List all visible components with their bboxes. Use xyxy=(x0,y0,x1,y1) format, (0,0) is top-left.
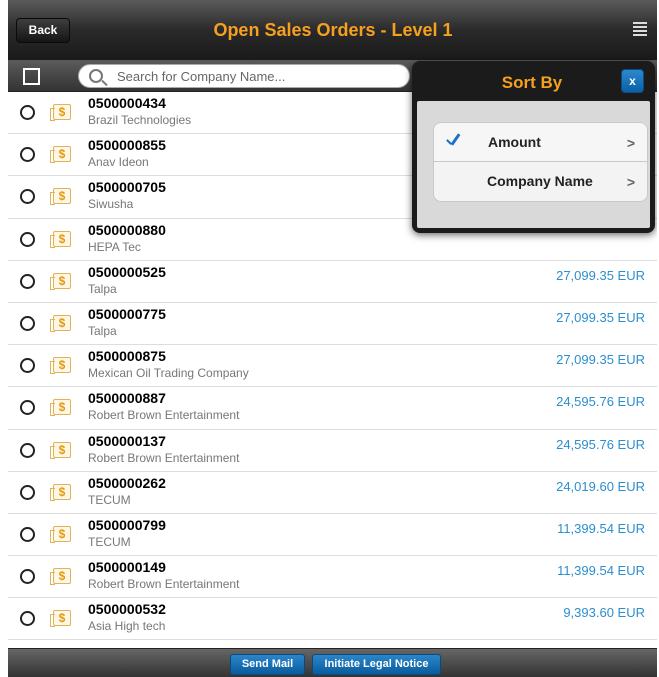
company-name: Mexican Oil Trading Company xyxy=(88,366,249,381)
sort-option-amount[interactable]: Amount > xyxy=(433,122,648,162)
order-amount: 9,393.60 EUR xyxy=(563,605,645,621)
row-radio-button[interactable] xyxy=(20,611,35,627)
invoice-dollar-icon: $ xyxy=(50,188,71,206)
order-amount: 24,595.76 EUR xyxy=(556,394,645,410)
order-number: 0500000705 xyxy=(88,179,166,196)
order-amount: 11,399.54 EUR xyxy=(557,563,645,579)
row-radio-button[interactable] xyxy=(20,400,35,416)
invoice-dollar-icon: $ xyxy=(50,104,71,121)
back-button[interactable]: Back xyxy=(16,18,70,43)
list-icon-line xyxy=(633,30,647,32)
row-radio-button[interactable] xyxy=(20,105,35,120)
order-number: 0500000799 xyxy=(88,516,166,533)
invoice-dollar-icon: $ xyxy=(50,525,71,543)
order-row[interactable]: $0500000875 Mexican Oil Trading Company 27… xyxy=(8,345,657,388)
order-row[interactable]: $0500000887 Robert Brown Entertainment 24,… xyxy=(8,387,657,430)
initiate-legal-notice-button[interactable]: Initiate Legal Notice xyxy=(312,654,441,675)
list-icon[interactable] xyxy=(633,22,647,38)
invoice-dollar-icon: $ xyxy=(50,146,71,164)
order-number: 0500000262 xyxy=(88,474,166,491)
order-number: 0500000532 xyxy=(88,601,166,618)
row-radio-button[interactable] xyxy=(20,569,35,585)
company-name: Brazil Technologies xyxy=(88,113,192,127)
order-amount: 24,595.76 EUR xyxy=(556,436,645,452)
order-number: 0500000137 xyxy=(88,432,166,449)
invoice-dollar-icon: $ xyxy=(50,441,71,459)
search-input[interactable] xyxy=(117,67,397,85)
row-radio-button[interactable] xyxy=(20,273,35,289)
row-radio-button[interactable] xyxy=(20,484,35,500)
invoice-dollar-icon: $ xyxy=(50,568,71,586)
company-name: Anav Ideon xyxy=(88,155,149,170)
order-row[interactable]: $0500000149 Robert Brown Entertainment 11,… xyxy=(8,556,657,599)
company-name: Siwusha xyxy=(88,197,134,212)
company-name: TECUM xyxy=(88,534,131,549)
chevron-right-icon: > xyxy=(626,135,635,151)
order-row[interactable]: $0500000775 Talpa 27,099.35 EUR xyxy=(8,302,657,346)
footer-toolbar: Send Mail Initiate Legal Notice xyxy=(8,648,657,677)
sort-option-label: Amount xyxy=(488,134,541,150)
order-row[interactable]: $0500000532 Asia High tech 9,393.60 EUR xyxy=(8,598,657,641)
row-radio-button[interactable] xyxy=(20,231,35,247)
order-number: 0500000775 xyxy=(88,305,166,322)
invoice-dollar-icon: $ xyxy=(50,483,71,501)
order-row[interactable]: $0500000137 Robert Brown Entertainment 24,… xyxy=(8,429,657,472)
company-name: TECUM xyxy=(88,492,131,507)
order-number: 0500000434 xyxy=(88,95,166,111)
send-mail-button[interactable]: Send Mail xyxy=(230,654,305,675)
company-name: Robert Brown Entertainment xyxy=(88,450,240,465)
list-icon-line xyxy=(633,34,647,36)
order-amount: 27,099.35 EUR xyxy=(556,267,645,283)
invoice-dollar-icon: $ xyxy=(50,230,71,248)
company-name: Talpa xyxy=(88,281,117,296)
close-button[interactable]: x xyxy=(621,69,644,93)
order-amount: 11,399.54 EUR xyxy=(557,520,645,536)
order-amount: 27,099.35 EUR xyxy=(556,352,645,368)
row-radio-button[interactable] xyxy=(20,526,35,542)
order-number: 0500000149 xyxy=(88,559,166,576)
row-radio-button[interactable] xyxy=(20,147,35,163)
sort-option-label: Company Name xyxy=(487,173,593,189)
invoice-dollar-icon: $ xyxy=(50,610,71,628)
search-icon xyxy=(89,69,103,83)
chevron-right-icon: > xyxy=(626,174,635,190)
order-number: 0500000887 xyxy=(88,390,166,407)
order-row[interactable]: $0500000799 TECUM 11,399.54 EUR xyxy=(8,513,657,557)
order-number: 0500000525 xyxy=(88,263,166,280)
select-all-checkbox[interactable] xyxy=(23,68,40,85)
sort-option-company-name[interactable]: Company Name > xyxy=(433,162,648,202)
row-radio-button[interactable] xyxy=(20,442,35,458)
popover-title: Sort By xyxy=(501,73,563,92)
row-radio-button[interactable] xyxy=(20,358,35,374)
header-top: Back Open Sales Orders - Level 1 xyxy=(8,0,657,59)
row-radio-button[interactable] xyxy=(20,189,35,205)
invoice-dollar-icon: $ xyxy=(50,357,71,375)
app-frame: Back Open Sales Orders - Level 1 $050000… xyxy=(8,0,657,677)
order-number: 0500000875 xyxy=(88,348,166,365)
row-radio-button[interactable] xyxy=(20,315,35,331)
popover-header: Sort By x xyxy=(412,61,655,101)
company-name: Robert Brown Entertainment xyxy=(88,408,240,423)
invoice-dollar-icon: $ xyxy=(50,272,71,290)
order-number: 0500000880 xyxy=(88,221,166,238)
search-box[interactable] xyxy=(78,64,410,88)
sort-popover: Sort By x Amount > Company Name > xyxy=(412,61,655,233)
company-name: HEPA Tec xyxy=(88,239,141,254)
order-row[interactable]: $0500000262 TECUM 24,019.60 EUR xyxy=(8,471,657,514)
company-name: Talpa xyxy=(88,323,117,338)
order-amount: 27,099.35 EUR xyxy=(556,309,645,325)
invoice-dollar-icon: $ xyxy=(50,314,71,332)
checkmark-icon xyxy=(446,132,460,150)
invoice-dollar-icon: $ xyxy=(50,399,71,417)
popover-body: Amount > Company Name > xyxy=(417,101,650,228)
list-icon-line xyxy=(633,22,647,24)
order-row[interactable]: $0500000525 Talpa 27,099.35 EUR xyxy=(8,260,657,303)
page-title: Open Sales Orders - Level 1 xyxy=(213,20,453,40)
order-amount: 24,019.60 EUR xyxy=(556,478,645,494)
list-icon-line xyxy=(633,26,647,28)
order-number: 0500000855 xyxy=(88,137,166,154)
company-name: Asia High tech xyxy=(88,619,166,634)
company-name: Robert Brown Entertainment xyxy=(88,577,240,592)
header-bar: Back Open Sales Orders - Level 1 xyxy=(8,0,657,60)
